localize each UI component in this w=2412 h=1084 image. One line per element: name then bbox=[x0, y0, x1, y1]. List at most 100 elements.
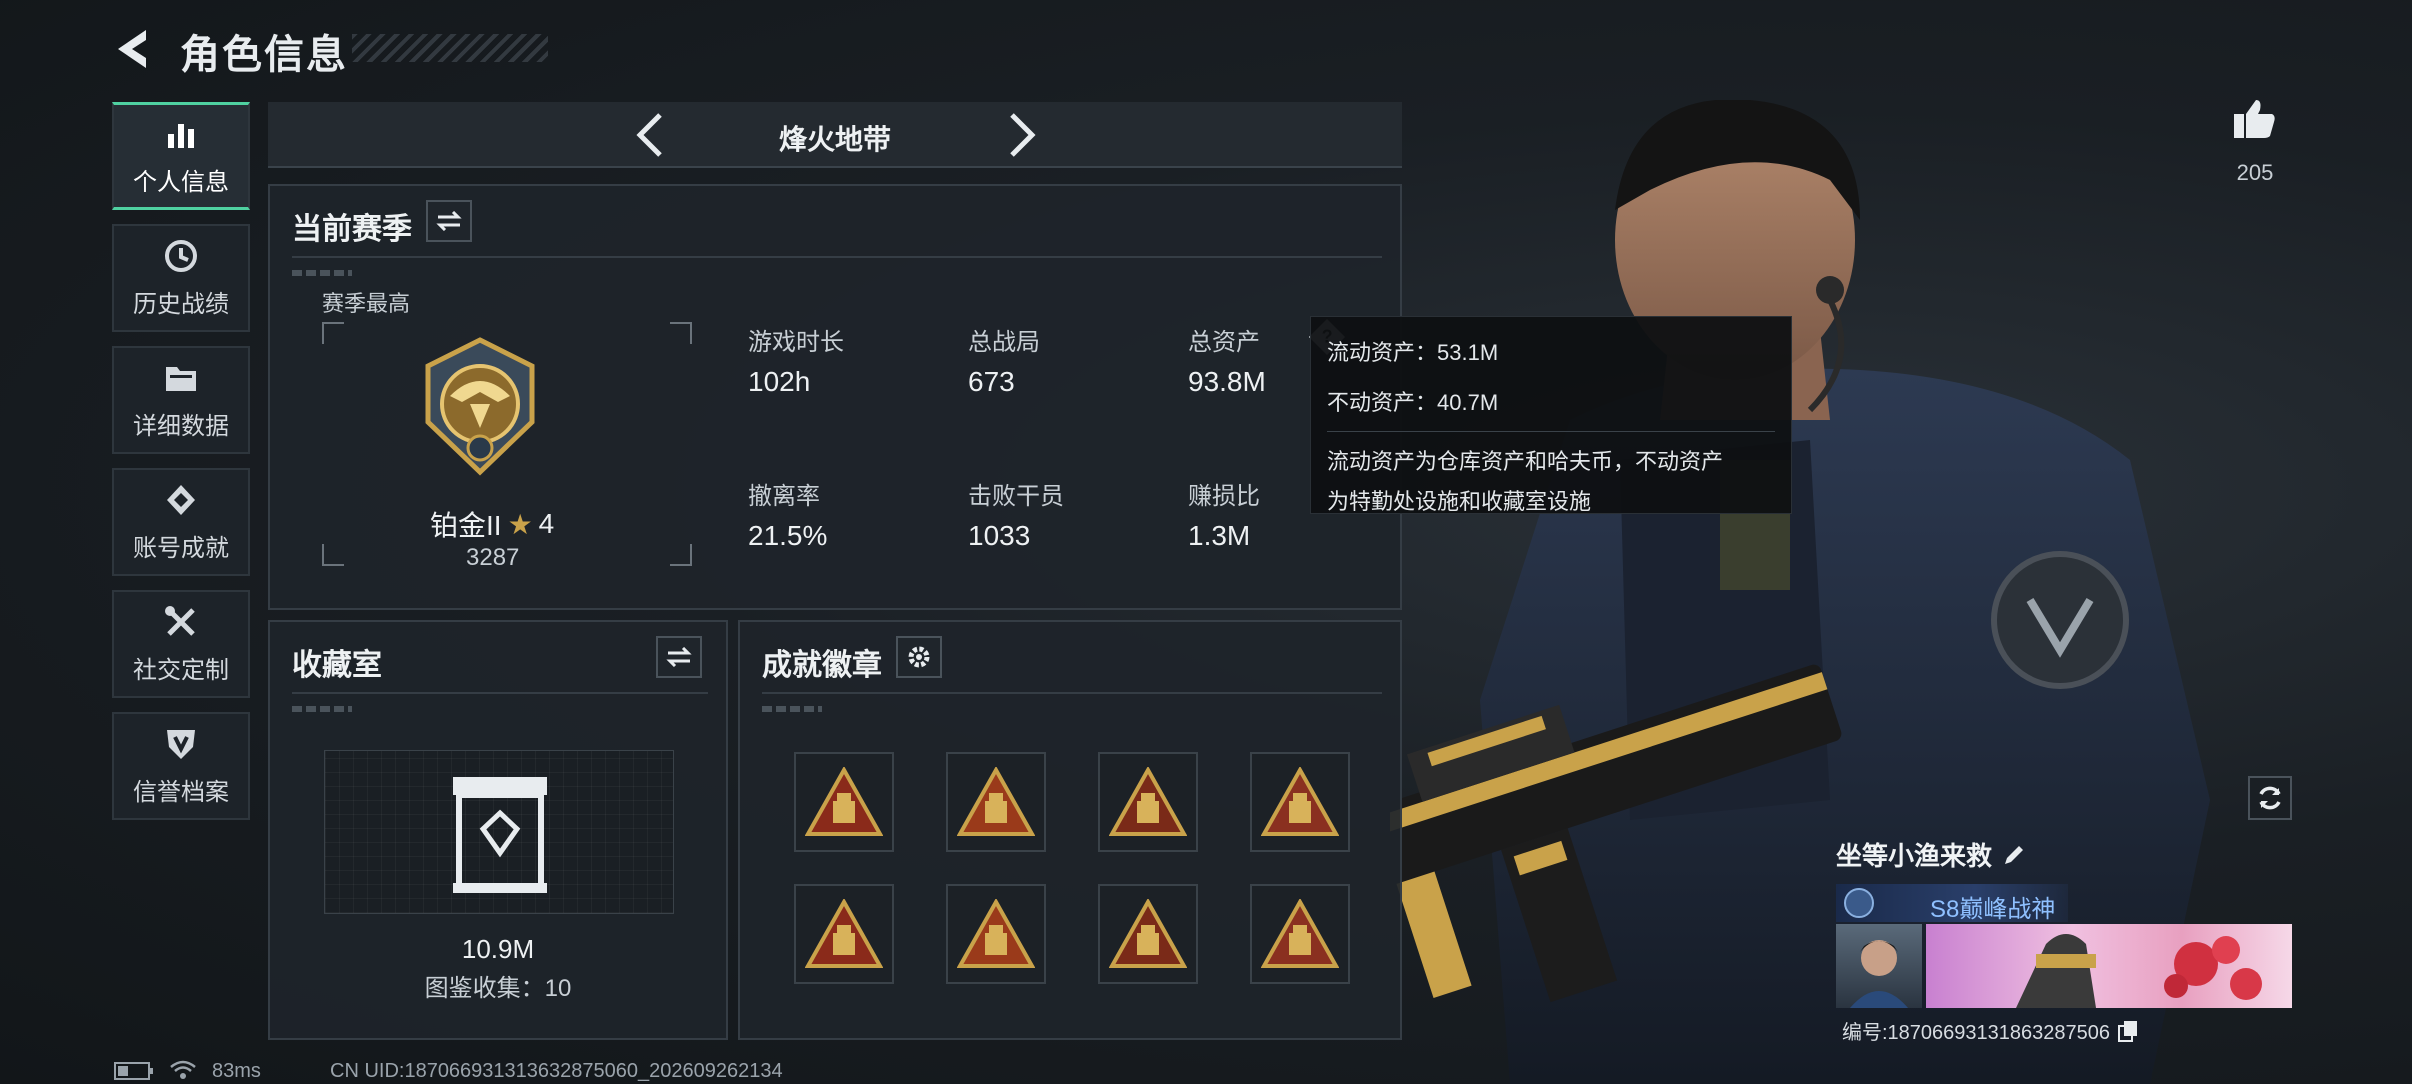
stat-value-playtime: 102h bbox=[748, 366, 811, 397]
badge-icon bbox=[1261, 899, 1339, 968]
tools-icon bbox=[163, 604, 199, 640]
player-id-row: 编号:18706693131863287506 bbox=[1842, 1016, 2138, 1045]
season-best-label: 赛季最高 bbox=[322, 291, 411, 316]
stat-value-matches: 673 bbox=[968, 366, 1015, 397]
badge-icon bbox=[805, 767, 883, 836]
copy-icon[interactable] bbox=[2118, 1020, 2138, 1042]
tooltip-description-1: 流动资产为仓库资产和哈夫币，不动资产 bbox=[1327, 449, 1724, 474]
badge-panel-title: 成就徽章 bbox=[762, 649, 882, 682]
badge-icon bbox=[805, 899, 883, 968]
nav-label-credit: 信誉档案 bbox=[133, 778, 229, 806]
nav-item-social[interactable]: 社交定制 bbox=[112, 590, 250, 698]
badge-panel: 成就徽章 bbox=[738, 620, 1402, 1040]
frame-corner bbox=[322, 322, 344, 344]
nav-item-history[interactable]: 历史战绩 bbox=[112, 224, 250, 332]
title-emblem-icon bbox=[1844, 888, 1874, 918]
achievement-badge[interactable] bbox=[1098, 752, 1198, 852]
back-button[interactable] bbox=[112, 26, 158, 72]
stat-label-extract-rate: 撤离率 bbox=[748, 483, 820, 510]
achievement-badge[interactable] bbox=[794, 884, 894, 984]
achievement-badge[interactable] bbox=[946, 752, 1046, 852]
tooltip-divider bbox=[1327, 431, 1775, 432]
tooltip-description-2: 为特勤处设施和收藏室设施 bbox=[1327, 489, 1592, 514]
season-divider bbox=[292, 256, 1382, 258]
ping-text: 83ms bbox=[212, 1060, 261, 1082]
title-decoration bbox=[352, 34, 548, 62]
bar-chart-icon bbox=[163, 116, 199, 152]
achievement-icon bbox=[163, 482, 199, 518]
rank-emblem-icon bbox=[425, 337, 535, 476]
like-button[interactable] bbox=[2232, 96, 2278, 142]
swap-icon bbox=[666, 647, 692, 667]
achievement-badge[interactable] bbox=[946, 884, 1046, 984]
achievement-badge[interactable] bbox=[1250, 752, 1350, 852]
badge-settings-button[interactable] bbox=[896, 636, 942, 678]
collection-catalog: 图鉴收集：10 bbox=[424, 975, 572, 1002]
star-icon: ★ bbox=[507, 508, 533, 540]
divider-marks bbox=[292, 706, 352, 712]
nav-item-achievement[interactable]: 账号成就 bbox=[112, 468, 250, 576]
gear-icon bbox=[908, 646, 930, 668]
shield-icon bbox=[163, 726, 199, 762]
achievement-badge[interactable] bbox=[794, 752, 894, 852]
history-icon bbox=[163, 238, 199, 274]
chevron-right-icon bbox=[1010, 113, 1036, 157]
stat-label-profit-ratio: 赚损比 bbox=[1188, 483, 1260, 510]
thumbs-up-icon bbox=[2234, 100, 2275, 138]
achievement-badge[interactable] bbox=[1250, 884, 1350, 984]
map-name: 烽火地带 bbox=[778, 124, 891, 155]
player-title-bar: S8巅峰战神 bbox=[1836, 884, 2068, 923]
page-title: 角色信息 bbox=[180, 33, 348, 77]
collection-divider bbox=[292, 692, 708, 694]
stat-label-matches: 总战局 bbox=[968, 329, 1040, 356]
rank-stars: 4 bbox=[538, 508, 555, 539]
name-card-banner[interactable] bbox=[1926, 924, 2292, 1008]
stat-value-profit-ratio: 1.3M bbox=[1188, 520, 1251, 551]
nav-label-achievement: 账号成就 bbox=[133, 534, 229, 562]
edit-icon[interactable] bbox=[2002, 843, 2026, 867]
season-panel: 当前赛季 赛季最高 铂金II ★ 4 3287 游戏时长 102h 总战局 67… bbox=[268, 184, 1402, 610]
nav-item-detail[interactable]: 详细数据 bbox=[112, 346, 250, 454]
nav-item-personal[interactable]: 个人信息 bbox=[112, 102, 250, 210]
frame-corner bbox=[322, 544, 344, 566]
divider-marks bbox=[762, 706, 822, 712]
frame-corner bbox=[670, 544, 692, 566]
season-panel-title: 当前赛季 bbox=[292, 213, 412, 246]
badge-divider bbox=[762, 692, 1382, 694]
like-count: 205 bbox=[2236, 160, 2274, 185]
tooltip-liquid-assets: 流动资产：53.1M bbox=[1327, 340, 1499, 365]
badge-icon bbox=[957, 767, 1035, 836]
badge-icon bbox=[1109, 899, 1187, 968]
stat-label-assets: 总资产 bbox=[1188, 329, 1260, 356]
vault-icon bbox=[453, 777, 547, 893]
nav-item-credit[interactable]: 信誉档案 bbox=[112, 712, 250, 820]
season-switch-button[interactable] bbox=[426, 200, 472, 242]
map-selector: 烽火地带 bbox=[268, 102, 1402, 168]
nav-label-history: 历史战绩 bbox=[133, 290, 229, 318]
character-name: 坐等小渔来救 bbox=[1836, 841, 1993, 871]
frame-corner bbox=[670, 322, 692, 344]
badge-icon bbox=[957, 899, 1035, 968]
rank-score: 3287 bbox=[466, 544, 520, 571]
nav-label-personal: 个人信息 bbox=[133, 168, 229, 196]
swap-icon bbox=[436, 211, 462, 231]
rank-name: 铂金II bbox=[430, 510, 502, 541]
avatar[interactable] bbox=[1836, 924, 1922, 1008]
divider-marks bbox=[292, 270, 352, 276]
badge-icon bbox=[1261, 767, 1339, 836]
refresh-icon bbox=[2259, 786, 2281, 810]
battery-icon bbox=[114, 1062, 153, 1080]
collection-panel: 收藏室 10.9M 图鉴收集：10 bbox=[268, 620, 728, 1040]
nav-label-detail: 详细数据 bbox=[133, 412, 229, 440]
refresh-button[interactable] bbox=[2248, 776, 2292, 820]
assets-tooltip: 流动资产：53.1M 不动资产：40.7M 流动资产为仓库资产和哈夫币，不动资产… bbox=[1310, 316, 1792, 514]
folder-icon bbox=[163, 360, 199, 396]
collection-panel-title: 收藏室 bbox=[292, 649, 382, 682]
badge-icon bbox=[1109, 767, 1187, 836]
player-title: S8巅峰战神 bbox=[1930, 896, 2056, 923]
map-next-button[interactable] bbox=[1002, 112, 1042, 158]
achievement-badge[interactable] bbox=[1098, 884, 1198, 984]
collection-switch-button[interactable] bbox=[656, 636, 702, 678]
collection-room-preview[interactable] bbox=[324, 750, 674, 914]
stat-label-kills: 击败干员 bbox=[968, 483, 1064, 510]
